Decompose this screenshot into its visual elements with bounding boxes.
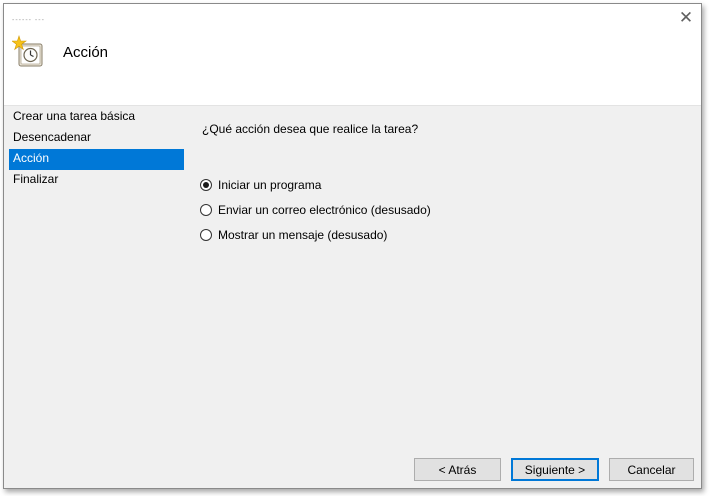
option-label: Iniciar un programa <box>218 177 322 192</box>
task-scheduler-clock-icon <box>11 35 46 69</box>
wizard-steps: Crear una tarea básica Desencadenar Acci… <box>9 107 184 191</box>
step-label: Acción <box>13 151 50 165</box>
next-button[interactable]: Siguiente > <box>511 458 599 481</box>
step-crear-tarea: Crear una tarea básica <box>9 107 184 128</box>
option-iniciar-programa[interactable]: Iniciar un programa <box>200 172 431 197</box>
step-finalizar: Finalizar <box>9 170 184 191</box>
close-button[interactable]: ✕ <box>671 4 701 32</box>
option-label: Mostrar un mensaje (desusado) <box>218 227 388 242</box>
radio-button[interactable] <box>200 203 212 216</box>
window-title: ------ --- <box>12 17 45 24</box>
cancel-button[interactable]: Cancelar <box>609 458 694 481</box>
wizard-window: ------ --- ✕ Acción Crear una tarea bási… <box>3 3 702 489</box>
close-icon: ✕ <box>678 8 694 27</box>
option-enviar-correo[interactable]: Enviar un correo electrónico (desusado) <box>200 197 431 222</box>
radio-button[interactable] <box>200 228 212 241</box>
step-desencadenar: Desencadenar <box>9 128 184 149</box>
action-options: Iniciar un programa Enviar un correo ele… <box>200 172 431 247</box>
option-mostrar-mensaje[interactable]: Mostrar un mensaje (desusado) <box>200 222 431 247</box>
radio-button[interactable] <box>200 178 212 191</box>
option-label: Enviar un correo electrónico (desusado) <box>218 202 431 217</box>
step-label: Desencadenar <box>13 130 92 144</box>
step-label: Crear una tarea básica <box>13 109 136 123</box>
page-title: Acción <box>63 44 109 61</box>
back-button[interactable]: < Atrás <box>414 458 501 481</box>
radio-selected-dot <box>203 181 209 188</box>
wizard-header: ------ --- ✕ Acción <box>4 4 701 106</box>
step-label: Finalizar <box>13 172 59 186</box>
action-question: ¿Qué acción desea que realice la tarea? <box>202 122 419 136</box>
step-accion: Acción <box>9 149 184 170</box>
